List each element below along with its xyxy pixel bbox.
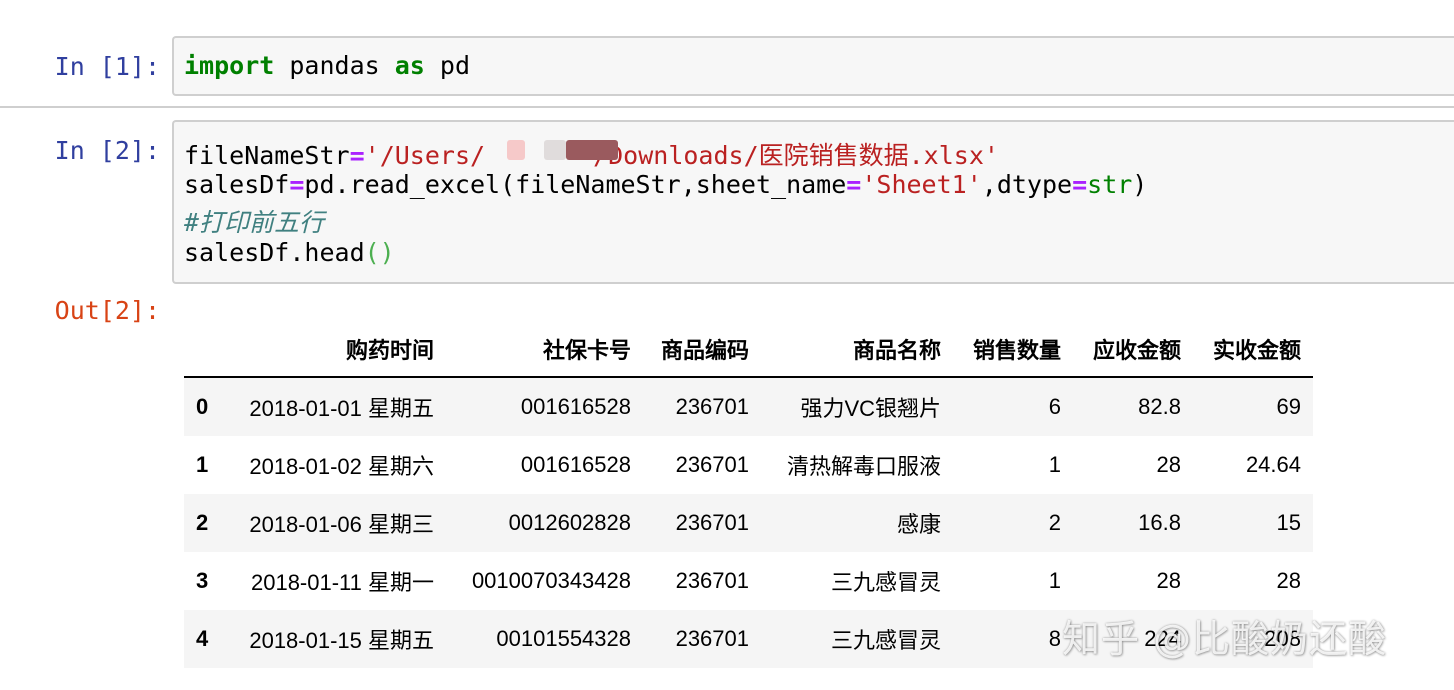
cell-2-input[interactable]: fileNameStr='/Users//Downloads/医院销售数据.xl… xyxy=(172,120,1454,284)
table-cell: 2018-01-06 星期三 xyxy=(249,512,434,537)
table-cell: 69 xyxy=(1276,394,1301,419)
table-cell: 2018-01-01 星期五 xyxy=(249,396,434,421)
code-text: ) xyxy=(1132,170,1148,199)
table-cell: 强力VC银翘片 xyxy=(800,396,941,421)
table-cell: 0010070343428 xyxy=(471,568,631,593)
table-cell: 2018-01-02 星期六 xyxy=(249,454,434,479)
table-cell: 00101554328 xyxy=(496,626,631,651)
column-header: 实收金额 xyxy=(1193,322,1313,378)
import-keyword: import xyxy=(184,51,275,80)
cell-2-prompt: In [2]: xyxy=(54,136,160,165)
as-keyword: as xyxy=(394,51,425,80)
output-prompt: Out[2]: xyxy=(54,296,160,325)
row-index: 2 xyxy=(196,510,209,535)
row-index: 0 xyxy=(196,394,209,419)
row-index: 4 xyxy=(196,626,209,651)
code-text: ,dtype xyxy=(981,170,1073,199)
column-header: 商品编码 xyxy=(643,322,761,378)
string-literal: 'Sheet1' xyxy=(861,170,982,199)
column-header: 社保卡号 xyxy=(446,322,643,378)
row-index: 1 xyxy=(196,452,209,477)
code-text: pd xyxy=(424,51,470,80)
table-cell: 2018-01-15 星期五 xyxy=(249,628,434,653)
redaction-blur xyxy=(566,140,618,160)
operator: = xyxy=(846,170,862,199)
row-index: 3 xyxy=(196,568,209,593)
cell-divider xyxy=(0,106,1454,108)
code-text: salesDf.head xyxy=(184,238,365,267)
table-cell: 28 xyxy=(1156,452,1181,477)
column-header: 购药时间 xyxy=(232,322,446,378)
table-cell: 2018-01-11 星期一 xyxy=(250,570,434,595)
table-cell: 28 xyxy=(1156,568,1181,593)
table-cell: 清热解毒口服液 xyxy=(786,454,941,479)
code-line-2: salesDf=pd.read_excel(fileNameStr,sheet_… xyxy=(184,170,1147,199)
table-cell: 236701 xyxy=(675,394,749,419)
table-cell: 236701 xyxy=(675,626,749,651)
table-cell: 82.8 xyxy=(1138,394,1181,419)
table-row: 0 2018-01-01 星期五 001616528 236701 强力VC银翘… xyxy=(184,377,1313,436)
code-text: pandas xyxy=(274,51,395,80)
table-cell: 2 xyxy=(1048,510,1061,535)
watermark: 知乎 @比酸奶还酸 xyxy=(1062,617,1388,661)
table-cell: 三九感冒灵 xyxy=(830,570,941,595)
table-row: 1 2018-01-02 星期六 001616528 236701 清热解毒口服… xyxy=(184,436,1313,494)
table-cell: 236701 xyxy=(675,568,749,593)
column-header: 销售数量 xyxy=(953,322,1073,378)
redaction-blur xyxy=(507,140,525,160)
table-cell: 15 xyxy=(1276,510,1301,535)
cell-1-input[interactable]: import pandas as pd xyxy=(172,36,1454,96)
table-cell: 感康 xyxy=(896,512,941,537)
column-header: 商品名称 xyxy=(761,322,953,378)
parentheses: () xyxy=(364,238,395,267)
string-literal: '/Users/ xyxy=(364,141,486,170)
table-row: 2 2018-01-06 星期三 0012602828 236701 感康 2 … xyxy=(184,494,1313,552)
index-header xyxy=(184,322,232,378)
table-cell: 1 xyxy=(1048,568,1061,593)
table-cell: 6 xyxy=(1048,394,1061,419)
table-cell: 1 xyxy=(1048,452,1061,477)
table-cell: 0012602828 xyxy=(508,510,631,535)
column-header: 应收金额 xyxy=(1073,322,1193,378)
redaction-blur xyxy=(544,140,566,160)
table-cell: 28 xyxy=(1276,568,1301,593)
builtin-str: str xyxy=(1087,170,1133,199)
table-cell: 8 xyxy=(1048,626,1061,651)
string-literal: /Downloads/医院销售数据.xlsx' xyxy=(593,141,999,170)
operator: = xyxy=(289,170,305,199)
table-cell: 001616528 xyxy=(520,394,631,419)
cell-1-prompt: In [1]: xyxy=(54,52,160,81)
table-cell: 三九感冒灵 xyxy=(830,628,941,653)
code-text: salesDf xyxy=(184,170,290,199)
code-text: fileNameStr xyxy=(184,141,350,170)
code-comment: #打印前五行 xyxy=(184,208,325,237)
table-header-row: 购药时间 社保卡号 商品编码 商品名称 销售数量 应收金额 实收金额 xyxy=(184,322,1313,378)
table-cell: 001616528 xyxy=(520,452,631,477)
table-cell: 24.64 xyxy=(1245,452,1301,477)
table-cell: 236701 xyxy=(675,510,749,535)
table-cell: 16.8 xyxy=(1138,510,1181,535)
table-cell: 236701 xyxy=(675,452,749,477)
code-text: pd.read_excel(fileNameStr,sheet_name xyxy=(304,170,847,199)
code-line-4: salesDf.head() xyxy=(184,238,395,267)
table-row: 3 2018-01-11 星期一 0010070343428 236701 三九… xyxy=(184,552,1313,610)
operator: = xyxy=(349,141,365,170)
operator: = xyxy=(1072,170,1088,199)
cell-1-code-line: import pandas as pd xyxy=(184,51,470,80)
